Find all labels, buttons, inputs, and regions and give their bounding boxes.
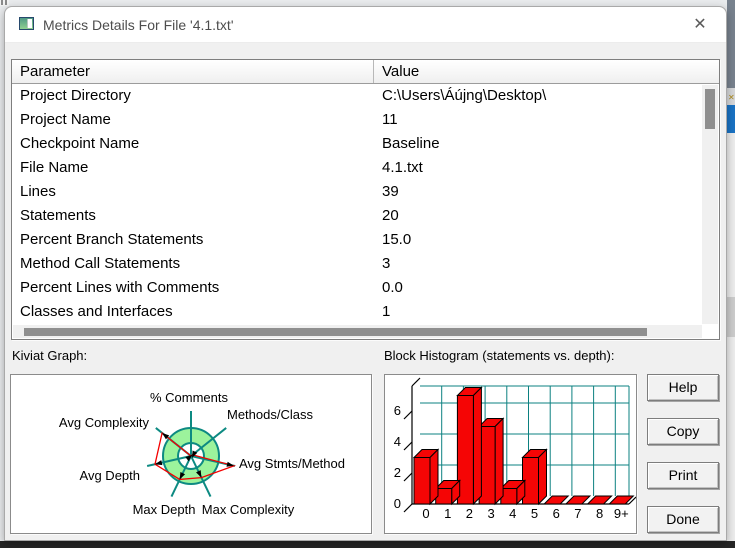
xtick-label: 3 <box>487 506 494 521</box>
vertical-scrollbar-track[interactable] <box>702 85 718 324</box>
value-cell: Baseline <box>382 135 440 152</box>
value-cell: 3 <box>382 255 391 272</box>
value-cell: 11 <box>382 111 398 128</box>
ytick-label: 0 <box>394 496 401 511</box>
xtick-label: 6 <box>553 506 560 521</box>
table-row[interactable]: File Name 4.1.txt <box>12 156 703 180</box>
table-row[interactable]: Percent Lines with Comments 0.0 <box>12 276 703 300</box>
value-cell: 4.1.txt <box>382 159 423 176</box>
value-cell: 1 <box>382 303 391 320</box>
kiviat-axis-label: Avg Complexity <box>59 415 150 430</box>
vertical-scrollbar-thumb[interactable] <box>705 89 715 129</box>
background-window-sliver-topleft <box>0 0 9 6</box>
table-row[interactable]: Percent Branch Statements 15.0 <box>12 228 703 252</box>
xtick-label: 0 <box>422 506 429 521</box>
table-row[interactable]: Project Directory C:\Users\Áújng\Desktop\ <box>12 84 703 108</box>
help-button[interactable]: Help <box>647 374 719 401</box>
ytick-label: 2 <box>394 465 401 480</box>
param-cell: Project Name <box>20 111 111 128</box>
horizontal-scrollbar-thumb[interactable] <box>24 328 647 336</box>
kiviat-axis-label: Max Depth <box>133 502 196 517</box>
value-cell: 20 <box>382 207 399 224</box>
title-bar[interactable]: Metrics Details For File '4.1.txt' ✕ <box>5 7 726 43</box>
table-body: Project Directory C:\Users\Áújng\Desktop\… <box>12 84 703 324</box>
ytick-label: 4 <box>394 434 401 449</box>
xtick-label: 1 <box>444 506 451 521</box>
window-title: Metrics Details For File '4.1.txt' <box>43 17 234 33</box>
backdrop-fill <box>727 133 735 297</box>
param-cell: Project Directory <box>20 87 131 104</box>
kiviat-axis-label: % Comments <box>150 390 229 405</box>
param-cell: Lines <box>20 183 56 200</box>
background-dark-strip <box>0 541 735 548</box>
column-header-parameter[interactable]: Parameter <box>12 60 374 83</box>
histogram-section-label: Block Histogram (statements vs. depth): <box>384 348 615 363</box>
print-button[interactable]: Print <box>647 462 719 489</box>
xtick-label: 4 <box>509 506 516 521</box>
value-cell: 15.0 <box>382 231 412 248</box>
ytick-label: 6 <box>394 403 401 418</box>
param-cell: File Name <box>20 159 89 176</box>
column-header-value[interactable]: Value <box>374 60 719 83</box>
backdrop-blue-bar <box>727 105 735 133</box>
xtick-label: 5 <box>531 506 538 521</box>
kiviat-axis-label: Avg Stmts/Method <box>239 456 345 471</box>
histogram-chart: 02460 1 2 3 4 5 6 7 8 9+ <box>394 377 636 521</box>
table-row[interactable]: Statements 20 <box>12 204 703 228</box>
histogram-xtick-labels: 0 1 2 3 4 5 6 7 8 9+ <box>422 506 628 521</box>
table-row[interactable]: Method Call Statements 3 <box>12 252 703 276</box>
backdrop-x-mark: ✕ <box>728 93 735 102</box>
param-cell: Percent Lines with Comments <box>20 279 220 296</box>
value-cell: 39 <box>382 183 399 200</box>
backdrop-gray-bar <box>727 0 735 88</box>
copy-button[interactable]: Copy <box>647 418 719 445</box>
xtick-label: 8 <box>596 506 603 521</box>
close-icon[interactable]: ✕ <box>686 13 714 37</box>
metrics-list: Parameter Value Project Directory C:\User… <box>11 59 720 340</box>
value-cell: 0.0 <box>382 279 403 296</box>
table-row[interactable]: Checkpoint Name Baseline <box>12 132 703 156</box>
xtick-label: 2 <box>466 506 473 521</box>
backdrop-gray-block <box>727 297 735 337</box>
value-cell: C:\Users\Áújng\Desktop\ <box>382 87 547 104</box>
param-cell: Method Call Statements <box>20 255 181 272</box>
histogram-ytick-labels: 0 2 4 6 <box>394 403 401 511</box>
kiviat-axis-label: Max Complexity <box>202 502 295 517</box>
kiviat-axis-label: Methods/Class <box>227 407 313 422</box>
background-window-sliver-right: ✕ <box>727 0 735 548</box>
param-cell: Classes and Interfaces <box>20 303 173 320</box>
kiviat-section-label: Kiviat Graph: <box>12 348 88 363</box>
histogram-panel: 0 2 4 6 0 1 2 3 4 5 6 7 8 9+ <box>384 374 637 534</box>
app-icon <box>19 17 34 30</box>
param-cell: Statements <box>20 207 96 224</box>
done-button[interactable]: Done <box>647 506 719 533</box>
kiviat-axis-label: Avg Depth <box>80 468 140 483</box>
xtick-label: 9+ <box>614 506 629 521</box>
metrics-details-dialog: Metrics Details For File '4.1.txt' ✕ Par… <box>4 6 727 541</box>
horizontal-scrollbar-track[interactable] <box>13 325 702 338</box>
table-row[interactable]: Project Name 11 <box>12 108 703 132</box>
table-row[interactable]: Lines 39 <box>12 180 703 204</box>
xtick-label: 7 <box>574 506 581 521</box>
kiviat-panel: % Comments Methods/Class Avg Stmts/Method M… <box>10 374 372 534</box>
kiviat-chart: % Comments Methods/Class Avg Stmts/Method M… <box>59 390 345 517</box>
histogram-bars <box>412 386 635 506</box>
table-row[interactable]: Classes and Interfaces 1 <box>12 300 703 324</box>
param-cell: Checkpoint Name <box>20 135 140 152</box>
param-cell: Percent Branch Statements <box>20 231 204 248</box>
table-header-row: Parameter Value <box>12 60 719 84</box>
